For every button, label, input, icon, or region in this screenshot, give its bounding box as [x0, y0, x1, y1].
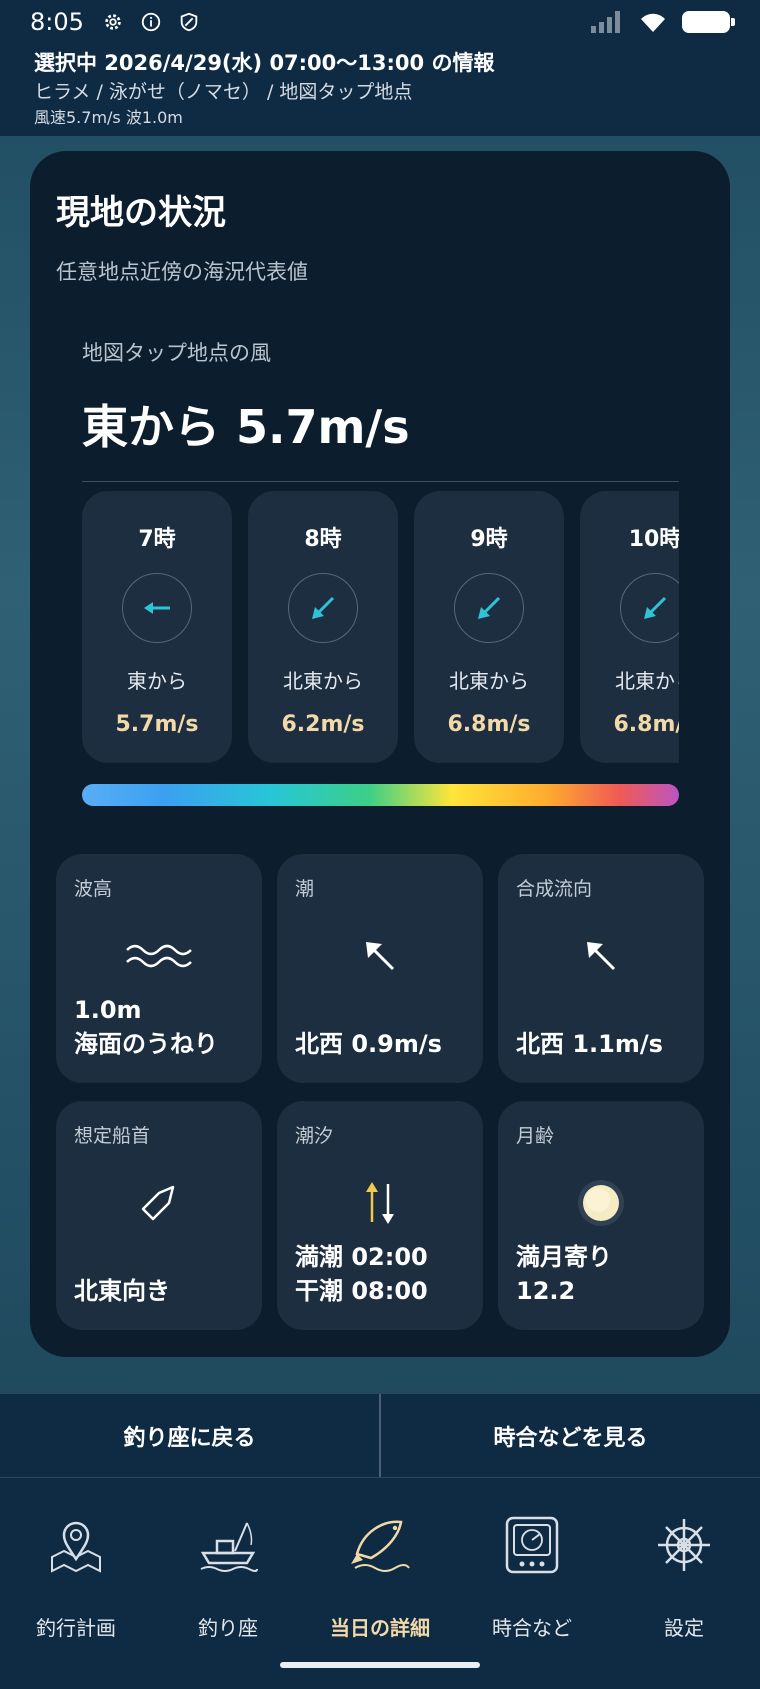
- wind-direction: 北東から: [283, 669, 363, 693]
- nav-label: 時合など: [492, 1616, 572, 1640]
- tile-label: 想定船首: [74, 1125, 151, 1147]
- moon-age-value: 12.2: [516, 1277, 576, 1305]
- wave-height-value: 1.0m: [74, 996, 142, 1024]
- arrow-up-left-icon: [587, 942, 616, 971]
- wave-height-tile[interactable]: 波高 1.0m 海面のうねり: [56, 854, 262, 1083]
- wind-speed: 5.7m/s: [115, 712, 199, 737]
- hourly-wind-card[interactable]: 7時 東から 5.7m/s: [82, 491, 232, 763]
- boat-bow-icon: [141, 1185, 175, 1221]
- selection-subtitle: ヒラメ / 泳がせ（ノマセ） / 地図タップ地点: [34, 81, 413, 103]
- selection-info-header: 選択中 2026/4/29(水) 07:00〜13:00 の情報 ヒラメ / 泳…: [0, 44, 760, 136]
- tile-label: 潮: [295, 878, 315, 900]
- fish-icon: [351, 1520, 410, 1572]
- wifi-icon: [641, 13, 665, 32]
- nav-item-plan[interactable]: 釣行計画: [0, 1478, 152, 1689]
- tide-arrows-icon: [366, 1182, 394, 1224]
- wave-icon: [126, 944, 192, 968]
- nav-label: 釣り座: [198, 1616, 258, 1640]
- back-to-spot-button[interactable]: 釣り座に戻る: [0, 1394, 379, 1477]
- wind-direction: 北東から: [615, 669, 679, 693]
- wind-dial: [288, 573, 358, 643]
- conditions-grid: 波高 1.0m 海面のうねり 潮 北西 0.9m/s 合成流向 北西 1.1m/…: [56, 854, 706, 1330]
- battery-icon: [682, 11, 735, 33]
- signal-icon: [591, 11, 620, 33]
- tile-label: 波高: [74, 878, 113, 900]
- shield-icon: [180, 12, 198, 32]
- selection-conditions: 風速5.7m/s 波1.0m: [34, 108, 183, 127]
- current-tile[interactable]: 潮 北西 0.9m/s: [277, 854, 483, 1083]
- arrow-down-left-icon: [312, 596, 335, 619]
- arrow-left-icon: [144, 602, 170, 614]
- moon-phase-value: 満月寄り: [516, 1243, 612, 1271]
- card-title: 現地の状況: [56, 193, 226, 233]
- moon-age-tile[interactable]: 月齢 満月寄り 12.2: [498, 1101, 704, 1330]
- nav-label: 設定: [664, 1616, 704, 1640]
- wind-dial: [122, 573, 192, 643]
- wind-dial: [620, 573, 679, 643]
- view-timing-button[interactable]: 時合などを見る: [381, 1394, 760, 1477]
- nav-item-day-detail[interactable]: 当日の詳細: [304, 1478, 456, 1689]
- action-bar: 釣り座に戻る 時合などを見る: [0, 1393, 760, 1478]
- hourly-wind-card[interactable]: 10時 北東から 6.8m/s: [580, 491, 679, 763]
- radar-icon: [505, 1516, 559, 1574]
- tile-label: 月齢: [516, 1125, 555, 1147]
- fishing-boat-icon: [200, 1522, 258, 1572]
- wind-speed: 6.8m/s: [447, 712, 531, 737]
- info-icon: [141, 12, 161, 32]
- wind-color-scale: [82, 784, 679, 806]
- tile-label: 合成流向: [516, 878, 593, 900]
- wind-section: 地図タップ地点の風 東から 5.7m/s: [82, 337, 679, 482]
- status-time: 8:05: [30, 8, 84, 36]
- nav-item-timing[interactable]: 時合など: [456, 1478, 608, 1689]
- low-tide-value: 干潮 08:00: [295, 1277, 428, 1305]
- combined-flow-value: 北西 1.1m/s: [516, 1030, 663, 1058]
- tile-label: 潮汐: [295, 1125, 334, 1147]
- tide-tile[interactable]: 潮汐 満潮 02:00 干潮 08:00: [277, 1101, 483, 1330]
- combined-flow-tile[interactable]: 合成流向 北西 1.1m/s: [498, 854, 704, 1083]
- hourly-wind-strip[interactable]: 7時 東から 5.7m/s 8時 北東から 6.2m/s 9時 北東から 6.8…: [82, 491, 679, 771]
- bottom-nav: 釣行計画 釣り座 当日の詳細 時合など 設定: [0, 1478, 760, 1689]
- wind-summary: 東から 5.7m/s: [82, 400, 410, 454]
- map-pin-icon: [51, 1521, 101, 1573]
- conditions-card: 現地の状況 任意地点近傍の海況代表値 地図タップ地点の風 東から 5.7m/s …: [30, 151, 730, 1357]
- bow-direction-value: 北東向き: [74, 1277, 170, 1305]
- helm-wheel-icon: [658, 1519, 710, 1571]
- current-value: 北西 0.9m/s: [295, 1030, 442, 1058]
- hour-label: 7時: [138, 527, 176, 552]
- hourly-wind-card[interactable]: 9時 北東から 6.8m/s: [414, 491, 564, 763]
- high-tide-value: 満潮 02:00: [295, 1243, 428, 1271]
- arrow-up-left-icon: [366, 942, 395, 971]
- hour-label: 10時: [628, 527, 679, 552]
- wind-direction: 北東から: [449, 669, 529, 693]
- home-indicator[interactable]: [280, 1662, 480, 1668]
- wind-speed: 6.2m/s: [281, 712, 365, 737]
- bow-direction-tile[interactable]: 想定船首 北東向き: [56, 1101, 262, 1330]
- nav-label: 当日の詳細: [330, 1616, 430, 1640]
- wind-direction: 東から: [127, 669, 187, 693]
- arrow-down-left-icon: [644, 596, 667, 619]
- nav-label: 釣行計画: [36, 1616, 116, 1640]
- hour-label: 9時: [470, 527, 508, 552]
- status-bar: 8:05: [0, 0, 760, 44]
- nav-item-settings[interactable]: 設定: [608, 1478, 760, 1689]
- wind-dial: [454, 573, 524, 643]
- moon-icon: [578, 1180, 624, 1226]
- arrow-down-left-icon: [478, 596, 501, 619]
- wave-height-desc: 海面のうねり: [74, 1030, 218, 1058]
- divider: [82, 481, 679, 482]
- selection-title: 選択中 2026/4/29(水) 07:00〜13:00 の情報: [34, 51, 495, 75]
- card-subtitle: 任意地点近傍の海況代表値: [56, 260, 308, 284]
- hour-label: 8時: [304, 527, 342, 552]
- hourly-wind-card[interactable]: 8時 北東から 6.2m/s: [248, 491, 398, 763]
- wind-label: 地図タップ地点の風: [82, 341, 271, 365]
- gear-icon: [105, 14, 121, 30]
- wind-speed: 6.8m/s: [613, 712, 679, 737]
- nav-item-spot[interactable]: 釣り座: [152, 1478, 304, 1689]
